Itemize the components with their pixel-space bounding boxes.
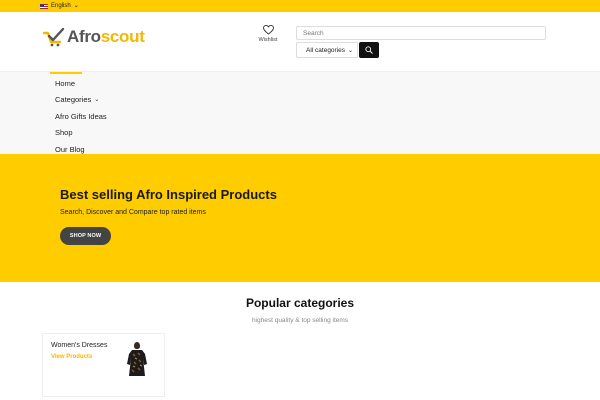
logo-text: Afroscout — [67, 27, 145, 46]
main-navigation: Home Categories ⌄ Afro Gifts Ideas Shop O… — [0, 71, 600, 154]
category-card[interactable]: Women's Dresses View Products — [42, 333, 165, 397]
view-products-link[interactable]: View Products — [51, 354, 92, 360]
nav-menu: Home Categories ⌄ Afro Gifts Ideas Shop O… — [55, 75, 107, 158]
chevron-down-icon: ⌄ — [347, 47, 353, 54]
hero-banner: Best selling Afro Inspired Products Sear… — [0, 154, 600, 282]
dress-product-image — [127, 342, 147, 376]
nav-active-indicator — [50, 72, 82, 74]
language-label: English — [51, 3, 71, 9]
wishlist-label: Wishlist — [258, 37, 278, 43]
section-subtitle: highest quality & top selling items — [251, 317, 349, 324]
category-card-title: Women's Dresses — [51, 342, 108, 349]
chevron-down-icon: ⌄ — [94, 97, 100, 104]
category-select[interactable]: All categories ⌄ — [296, 42, 358, 58]
heart-icon — [262, 25, 274, 35]
nav-item-afro-gifts-ideas[interactable]: Afro Gifts Ideas — [55, 108, 107, 125]
search-icon — [365, 46, 373, 54]
top-bar: English ⌄ — [0, 0, 600, 12]
us-flag-icon — [40, 3, 48, 9]
cart-check-logo-icon — [43, 27, 65, 47]
chevron-down-icon: ⌄ — [73, 3, 79, 9]
hero-subtitle: Search, Discover and Compare top rated i… — [60, 209, 206, 216]
section-title: Popular categories — [245, 296, 355, 310]
hero-title: Best selling Afro Inspired Products — [60, 187, 277, 202]
nav-item-categories[interactable]: Categories ⌄ — [55, 92, 107, 109]
language-selector[interactable]: English ⌄ — [40, 0, 79, 12]
site-header: Afroscout Wishlist All categories ⌄ — [0, 12, 600, 71]
nav-item-home[interactable]: Home — [55, 75, 107, 92]
shop-now-button[interactable]: SHOP NOW — [60, 227, 111, 245]
nav-item-shop[interactable]: Shop — [55, 125, 107, 142]
search-input[interactable] — [296, 26, 546, 40]
wishlist-button[interactable]: Wishlist — [255, 25, 281, 43]
site-logo[interactable]: Afroscout — [43, 27, 145, 47]
category-select-value: All categories — [306, 46, 346, 54]
search-button[interactable] — [359, 42, 379, 58]
